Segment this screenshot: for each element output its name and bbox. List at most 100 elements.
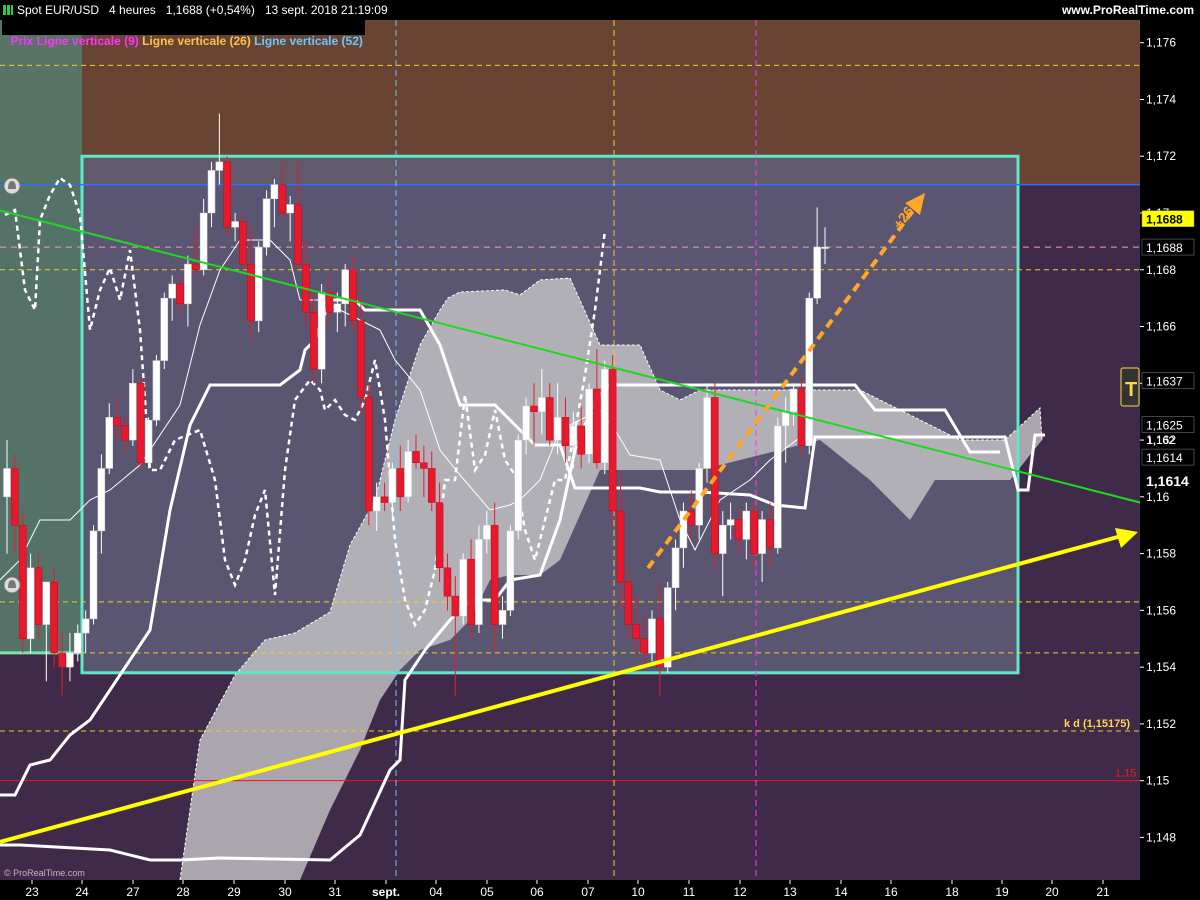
candle <box>160 297 169 361</box>
candle <box>207 170 216 214</box>
close-ref-label: 1,1614 <box>1146 473 1189 489</box>
candle <box>538 397 546 412</box>
x-tick-label: 19 <box>995 885 1009 899</box>
candle <box>711 397 719 554</box>
candle <box>231 221 239 228</box>
y-tick-label: 1,156 <box>1146 603 1176 617</box>
y-tick-label: 1,158 <box>1146 547 1176 561</box>
timeframe: 4 heures <box>109 3 156 17</box>
candle <box>97 468 106 532</box>
candle <box>514 439 522 532</box>
candle <box>262 198 271 248</box>
candle <box>81 618 90 634</box>
title-left: Spot EUR/USD 4 heures 1,1688 (+0,54%) 13… <box>3 3 388 17</box>
candle <box>247 263 255 322</box>
legend-vline-26[interactable]: Ligne verticale (26) <box>142 34 251 48</box>
candle <box>451 595 460 617</box>
candle <box>34 567 43 625</box>
candle <box>286 204 294 214</box>
candle <box>89 530 98 620</box>
candle <box>349 269 357 322</box>
candle <box>404 451 412 498</box>
candle <box>215 161 224 171</box>
candle <box>561 417 570 446</box>
price-chart[interactable]: +261,1481,151,1521,1541,1561,1581,161,16… <box>0 20 1200 900</box>
candle <box>396 468 405 498</box>
candle <box>42 581 51 625</box>
candle <box>58 652 66 668</box>
candle <box>388 468 397 503</box>
candle <box>184 263 192 305</box>
instrument-name: Spot EUR/USD <box>17 3 100 17</box>
candle <box>648 618 656 654</box>
y-tick-label: 1,176 <box>1146 36 1176 50</box>
x-tick-label: 14 <box>834 885 848 899</box>
candle <box>412 451 420 464</box>
candle <box>129 383 137 441</box>
candle <box>545 397 554 441</box>
candle <box>703 397 711 469</box>
candle <box>365 397 373 512</box>
candle <box>113 417 121 427</box>
candle <box>624 581 633 625</box>
x-tick-label: 21 <box>1096 885 1110 899</box>
candle <box>734 519 743 540</box>
candle <box>577 425 585 455</box>
candle <box>483 524 491 540</box>
site-url[interactable]: www.ProRealTime.com <box>1062 3 1194 17</box>
y-tick-label: 1,174 <box>1146 92 1176 106</box>
last-price-label: 1,1688 <box>1146 241 1183 255</box>
candle <box>789 388 798 412</box>
candle <box>695 468 703 526</box>
candle <box>506 530 515 611</box>
x-tick-label: 05 <box>480 885 494 899</box>
candle <box>136 383 145 464</box>
y-tick-label: 1,15 <box>1146 774 1170 788</box>
x-tick-label: 18 <box>945 885 959 899</box>
legend-prix[interactable]: Prix <box>11 34 34 48</box>
y-tick-label: 1,168 <box>1146 263 1176 277</box>
candle <box>105 417 113 469</box>
candle <box>608 368 617 512</box>
y-tick-label: 1,152 <box>1146 717 1176 731</box>
x-tick-label: 07 <box>581 885 595 899</box>
candle <box>813 246 821 299</box>
candle <box>357 320 365 398</box>
candle <box>585 388 593 455</box>
red-level-label: 1,15 <box>1115 768 1136 780</box>
x-tick-label: 12 <box>733 885 747 899</box>
candle <box>74 632 82 654</box>
candle <box>781 411 790 427</box>
y-tick-label: 1,148 <box>1146 830 1176 844</box>
candle <box>254 246 263 322</box>
candle <box>522 405 530 441</box>
legend-vline-52[interactable]: Ligne verticale (52) <box>254 34 363 48</box>
y-tick-label: 1,172 <box>1146 149 1176 163</box>
candle <box>333 303 342 313</box>
indicator-legend: Prix Ligne verticale (9) Ligne verticale… <box>2 20 365 48</box>
x-tick-label: 11 <box>683 885 696 899</box>
tag-label: T <box>1125 379 1137 401</box>
x-tick-label: 10 <box>631 885 645 899</box>
candle <box>467 559 475 625</box>
current-price-label: 1,1688 <box>1146 213 1183 227</box>
x-tick-label: sept. <box>372 885 400 899</box>
candle <box>278 184 287 214</box>
candle <box>742 510 751 540</box>
x-tick-label: 16 <box>884 885 898 899</box>
candle <box>152 360 161 421</box>
candle <box>3 468 11 498</box>
prorealtime-logo-icon <box>3 5 13 15</box>
candle <box>569 425 578 446</box>
legend-vline-9[interactable]: Ligne verticale (9) <box>37 34 139 48</box>
x-tick-label: 04 <box>429 885 443 899</box>
level-1614-label: 1,1614 <box>1146 451 1183 465</box>
candle <box>50 581 58 654</box>
candle <box>294 204 302 265</box>
candle <box>372 496 381 512</box>
x-tick-label: 27 <box>126 885 140 899</box>
x-tick-label: 23 <box>25 885 39 899</box>
candle <box>18 524 27 639</box>
candle <box>671 547 680 588</box>
candle <box>553 417 562 441</box>
